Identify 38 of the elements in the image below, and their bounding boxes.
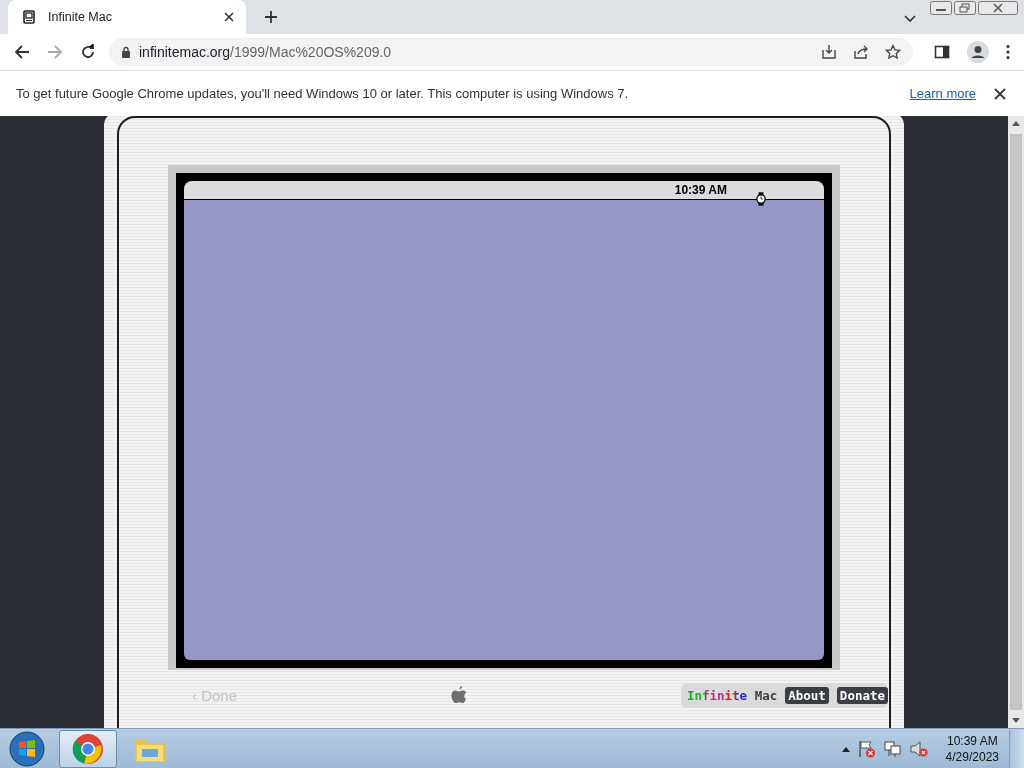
close-icon[interactable]: [224, 12, 234, 22]
footer-link[interactable]: About: [785, 686, 829, 704]
scroll-thumb[interactable]: [1010, 134, 1022, 710]
network-icon[interactable]: [883, 739, 902, 758]
more-menu-icon[interactable]: [1006, 44, 1010, 60]
taskbar-button[interactable]: [59, 729, 117, 768]
taskbar-time[interactable]: 10:39 AM: [946, 732, 998, 749]
muted-speaker-icon[interactable]: [909, 739, 928, 758]
close-window-icon[interactable]: [978, 1, 1018, 15]
address-bar[interactable]: infinitemac.org/1999/Mac%20OS%209.0: [109, 38, 913, 66]
close-icon[interactable]: [994, 87, 1006, 100]
footer-link[interactable]: Donate: [836, 686, 888, 704]
start-orb-icon[interactable]: [9, 730, 45, 767]
chevron-down-icon[interactable]: [904, 15, 916, 23]
star-icon[interactable]: [885, 44, 901, 60]
back-icon[interactable]: [14, 44, 30, 60]
menu-clock: 10:39 AM: [674, 183, 727, 197]
side-panel-icon[interactable]: [934, 44, 950, 60]
computer-icon: [22, 10, 36, 24]
brand-logo[interactable]: Infinite Mac: [686, 687, 778, 703]
browser-tab[interactable]: Infinite Mac: [8, 0, 246, 34]
learn-more-link[interactable]: Learn more: [909, 86, 976, 101]
profile-icon[interactable]: [967, 41, 989, 63]
apple-icon: [449, 685, 468, 705]
share-icon[interactable]: [853, 44, 869, 60]
lock-icon: [121, 46, 131, 58]
infobar-message: To get future Google Chrome updates, you'll need Windows 10 or later. This computer is using Windows 7.: [16, 86, 629, 101]
new-tab-icon[interactable]: [264, 10, 278, 24]
minimize-icon[interactable]: [930, 1, 952, 15]
scroll-down-icon[interactable]: [1012, 718, 1020, 724]
scroll-up-icon[interactable]: [1012, 120, 1020, 126]
taskbar-date[interactable]: 4/29/2023: [945, 748, 999, 765]
install-icon[interactable]: [821, 44, 837, 60]
action-center-flag-icon[interactable]: [857, 739, 876, 758]
browser-icon: [72, 732, 104, 765]
tray-arrow-icon[interactable]: [841, 745, 850, 752]
restore-icon[interactable]: [954, 1, 976, 15]
reload-icon[interactable]: [80, 44, 96, 60]
